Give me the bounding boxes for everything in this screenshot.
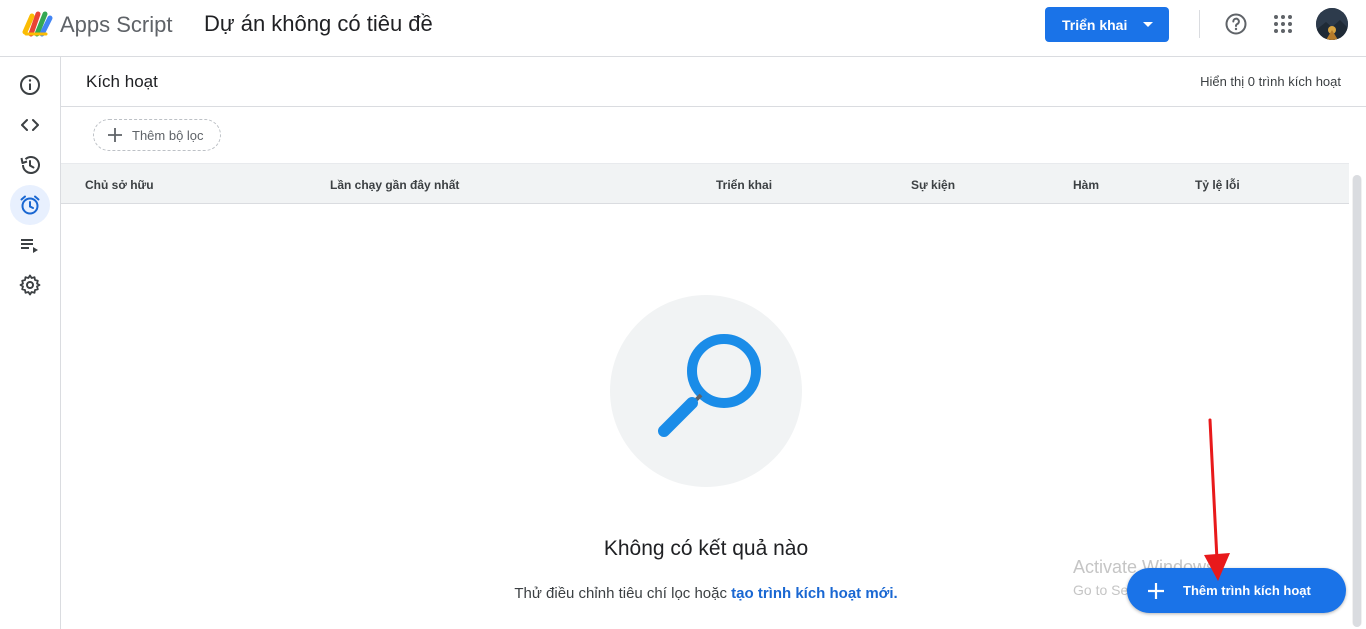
add-filter-label: Thêm bộ lọc bbox=[132, 127, 204, 143]
gear-icon bbox=[19, 274, 41, 296]
create-trigger-link[interactable]: tạo trình kích hoạt mới. bbox=[731, 585, 898, 602]
column-event[interactable]: Sự kiện bbox=[911, 178, 955, 192]
deploy-button[interactable]: Triển khai bbox=[1045, 7, 1169, 42]
project-title[interactable]: Dự án không có tiêu đề bbox=[204, 11, 433, 37]
toolbar-divider bbox=[1199, 10, 1200, 38]
empty-state-title: Không có kết quả nào bbox=[603, 537, 809, 560]
apps-grid-icon[interactable] bbox=[1273, 14, 1293, 34]
page-title: Kích hoạt bbox=[86, 72, 158, 91]
caret-down-icon bbox=[1143, 22, 1153, 27]
app-name[interactable]: Apps Script bbox=[60, 12, 173, 38]
annotation-arrow-icon bbox=[1204, 418, 1230, 581]
empty-state-illustration bbox=[610, 295, 802, 487]
top-bar: Apps Script Dự án không có tiêu đề Triển… bbox=[0, 0, 1366, 57]
magnifier-icon bbox=[658, 334, 761, 437]
column-deployment[interactable]: Triển khai bbox=[716, 178, 772, 192]
add-trigger-button[interactable]: Thêm trình kích hoạt bbox=[1127, 568, 1346, 613]
user-avatar[interactable] bbox=[1316, 8, 1348, 40]
help-circle-icon[interactable] bbox=[1224, 12, 1248, 36]
scrollbar-thumb[interactable] bbox=[1353, 175, 1361, 627]
deploy-button-label: Triển khai bbox=[1062, 16, 1128, 33]
add-trigger-label: Thêm trình kích hoạt bbox=[1183, 583, 1311, 598]
nav-executions[interactable] bbox=[10, 225, 50, 265]
vertical-scrollbar[interactable] bbox=[1352, 175, 1362, 627]
empty-state-subtitle: Thử điều chỉnh tiêu chí lọc hoặc tạo trì… bbox=[441, 585, 971, 602]
trigger-count: Hiển thị 0 trình kích hoạt bbox=[1200, 74, 1341, 89]
column-last-run[interactable]: Lần chạy gần đây nhất bbox=[330, 178, 459, 192]
nav-triggers[interactable] bbox=[10, 185, 50, 225]
history-icon bbox=[20, 156, 40, 174]
code-icon bbox=[21, 119, 39, 131]
empty-state-hint: Thử điều chỉnh tiêu chí lọc hoặc bbox=[514, 585, 732, 602]
column-error-rate[interactable]: Tỷ lệ lỗi bbox=[1195, 178, 1240, 192]
apps-script-logo-icon[interactable] bbox=[22, 10, 54, 38]
nav-settings[interactable] bbox=[10, 265, 50, 305]
plus-icon bbox=[108, 128, 122, 142]
triggers-panel: Kích hoạt Hiển thị 0 trình kích hoạt Thê… bbox=[61, 57, 1366, 629]
avatar-image-icon bbox=[1316, 8, 1348, 40]
column-function[interactable]: Hàm bbox=[1073, 178, 1099, 192]
nav-editor[interactable] bbox=[10, 105, 50, 145]
panel-header: Kích hoạt Hiển thị 0 trình kích hoạt bbox=[61, 57, 1366, 107]
alarm-clock-icon bbox=[20, 195, 40, 215]
playlist-play-icon bbox=[21, 239, 38, 253]
info-icon bbox=[20, 75, 40, 95]
column-owner[interactable]: Chủ sở hữu bbox=[85, 178, 154, 192]
nav-history[interactable] bbox=[10, 145, 50, 185]
left-nav bbox=[0, 57, 61, 629]
add-filter-button[interactable]: Thêm bộ lọc bbox=[93, 119, 221, 151]
table-header: Chủ sở hữu Lần chạy gần đây nhất Triển k… bbox=[61, 163, 1349, 204]
plus-icon bbox=[1148, 582, 1164, 599]
nav-overview[interactable] bbox=[10, 65, 50, 105]
